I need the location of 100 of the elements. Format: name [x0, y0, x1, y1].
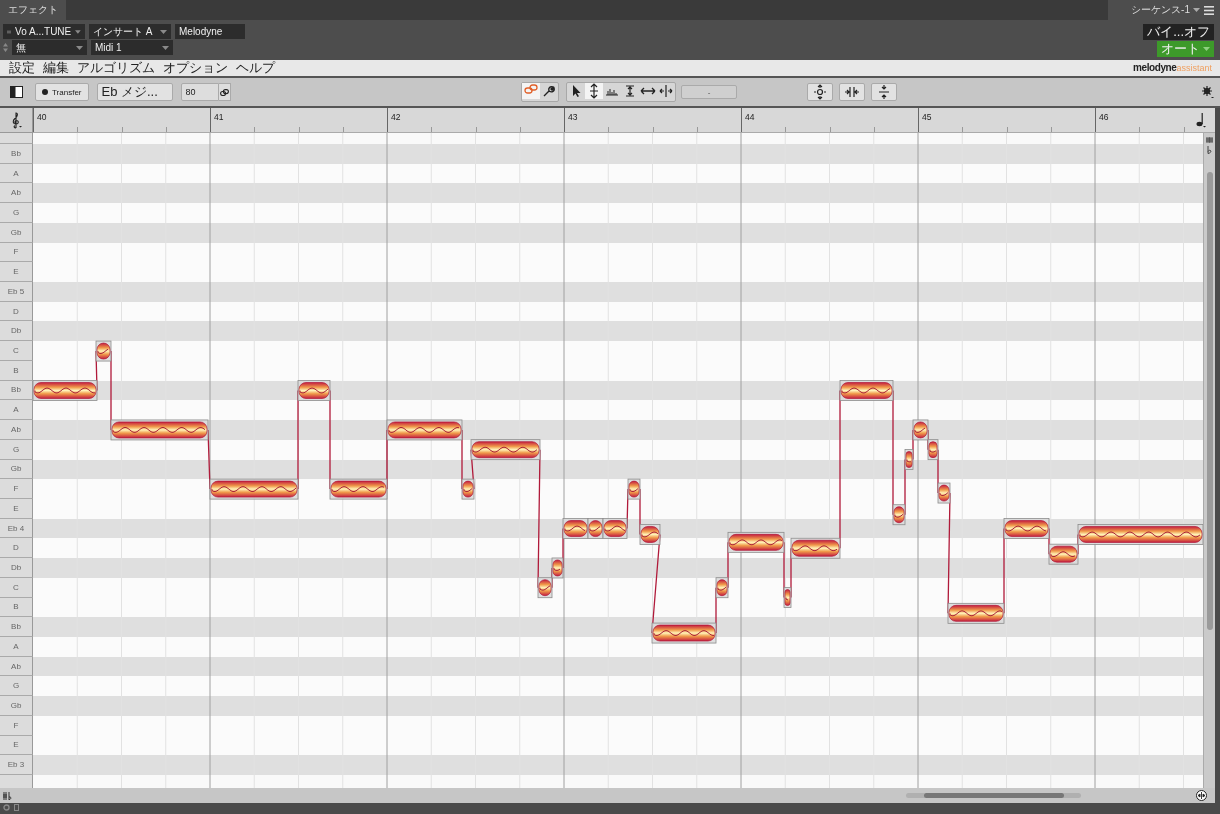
pitch-key[interactable]: B: [0, 360, 33, 381]
flat-icon[interactable]: [1207, 146, 1212, 154]
note-blob[interactable]: [937, 482, 951, 504]
automation-dropdown[interactable]: オート: [1157, 41, 1214, 57]
pitch-key[interactable]: C: [0, 341, 33, 361]
note-blob[interactable]: [651, 622, 717, 644]
note-blob[interactable]: [33, 380, 98, 401]
pitch-key[interactable]: F: [0, 715, 33, 736]
note-blob[interactable]: [1003, 518, 1050, 539]
menu-item[interactable]: アルゴリズム: [75, 60, 157, 76]
note-blob[interactable]: [602, 518, 628, 539]
macro-button[interactable]: [871, 83, 897, 101]
track-dropdown[interactable]: Vo A...TUNE: [3, 24, 85, 39]
pitch-key[interactable]: E: [0, 735, 33, 756]
pitch-key[interactable]: Eb 4: [0, 518, 33, 539]
pitch-key[interactable]: F: [0, 242, 33, 263]
battery-icon[interactable]: [14, 804, 19, 811]
menu-item[interactable]: 編集: [41, 60, 71, 76]
pitch-key[interactable]: Ab: [0, 183, 33, 204]
insert-dropdown[interactable]: インサート A: [89, 24, 171, 39]
note-blob[interactable]: [904, 449, 914, 470]
pitch-key[interactable]: Bb: [0, 144, 33, 164]
tool-button[interactable]: [585, 83, 603, 99]
scale-button[interactable]: Eb メジ...: [96, 83, 173, 101]
note-blob[interactable]: [386, 419, 463, 441]
pitch-key[interactable]: E: [0, 498, 33, 519]
preset-dropdown[interactable]: 無: [12, 40, 87, 55]
note-blob[interactable]: [551, 557, 564, 579]
note-blob[interactable]: [727, 531, 785, 553]
tool-button[interactable]: [657, 83, 675, 99]
pitch-key[interactable]: Db: [0, 321, 33, 342]
menu-icon[interactable]: [1204, 5, 1214, 15]
note-blob[interactable]: [947, 602, 1005, 624]
settings-icon[interactable]: [1202, 86, 1214, 98]
horizontal-scrollbar[interactable]: [906, 793, 1081, 798]
stepper-icon[interactable]: [3, 43, 8, 52]
pitch-key[interactable]: G: [0, 203, 33, 223]
key-signature-icon[interactable]: [3, 791, 12, 800]
pitch-key[interactable]: A: [0, 636, 33, 657]
pitch-key[interactable]: A: [0, 400, 33, 421]
pitch-key[interactable]: Gb: [0, 459, 33, 480]
note-blob[interactable]: [639, 524, 661, 545]
note-blob[interactable]: [790, 537, 841, 559]
pitch-key[interactable]: C: [0, 577, 33, 598]
pitch-key[interactable]: Gb: [0, 696, 33, 716]
pitch-key[interactable]: Ab: [0, 656, 33, 677]
note-blob[interactable]: [537, 577, 553, 599]
pitch-key[interactable]: Bb: [0, 617, 33, 637]
tempo-field[interactable]: 80: [180, 83, 219, 101]
gear-icon[interactable]: [3, 804, 10, 811]
pitch-key[interactable]: E: [0, 262, 33, 283]
bar-number: 42: [391, 112, 401, 122]
pitch-key[interactable]: Ab: [0, 420, 33, 440]
pitch-key[interactable]: G: [0, 439, 33, 460]
note-blob[interactable]: [927, 439, 939, 461]
pitch-key[interactable]: B: [0, 597, 33, 618]
note-blob[interactable]: [783, 587, 792, 608]
menu-item[interactable]: オプション: [161, 60, 230, 76]
pitch-key[interactable]: Eb 3: [0, 755, 33, 775]
note-value-icon[interactable]: [1195, 112, 1206, 128]
pitch-key[interactable]: G: [0, 676, 33, 697]
value-field[interactable]: -: [681, 85, 737, 99]
chain-link-icon[interactable]: [219, 88, 229, 96]
vertical-scrollbar-thumb[interactable]: [1206, 172, 1213, 630]
macro-button[interactable]: [839, 83, 865, 101]
note-blob[interactable]: [297, 380, 331, 401]
note-blob[interactable]: [715, 577, 729, 599]
note-blob[interactable]: [1048, 543, 1079, 565]
menu-item[interactable]: 設定: [7, 60, 37, 76]
bypass-button[interactable]: バイ...オフ: [1143, 24, 1214, 40]
pitch-key[interactable]: Gb: [0, 222, 33, 243]
zoom-handle-icon[interactable]: [1196, 790, 1207, 801]
pitch-key[interactable]: Db: [0, 558, 33, 578]
note-blob[interactable]: [95, 340, 112, 362]
note-blob[interactable]: [1077, 524, 1203, 545]
note-blob[interactable]: [892, 504, 906, 526]
pitch-key[interactable]: F: [0, 479, 33, 499]
note-blob[interactable]: [470, 439, 541, 461]
pitch-key[interactable]: A: [0, 163, 33, 184]
note-blob[interactable]: [329, 478, 388, 500]
menu-item[interactable]: ヘルプ: [234, 60, 277, 76]
note-blob[interactable]: [562, 518, 589, 539]
window-tab[interactable]: エフェクト: [0, 0, 66, 20]
pitch-modulation-icon: [876, 84, 892, 100]
macro-button[interactable]: [807, 83, 833, 101]
treble-clef-icon[interactable]: [10, 111, 22, 129]
note-blob[interactable]: [461, 478, 475, 500]
pitch-key[interactable]: D: [0, 301, 33, 322]
note-blob[interactable]: [627, 478, 641, 500]
pitch-key[interactable]: Bb: [0, 380, 33, 401]
pitch-key[interactable]: Eb 5: [0, 282, 33, 302]
pitch-key[interactable]: D: [0, 538, 33, 559]
note-blob[interactable]: [839, 380, 894, 401]
transfer-button[interactable]: Transfer: [35, 83, 89, 101]
note-blob[interactable]: [912, 419, 929, 441]
sidebar-toggle-icon[interactable]: [10, 86, 23, 98]
midi-dropdown[interactable]: Midi 1: [91, 40, 173, 55]
caret-icon: [75, 29, 81, 34]
note-blob[interactable]: [209, 478, 299, 500]
note-blob[interactable]: [110, 419, 209, 441]
